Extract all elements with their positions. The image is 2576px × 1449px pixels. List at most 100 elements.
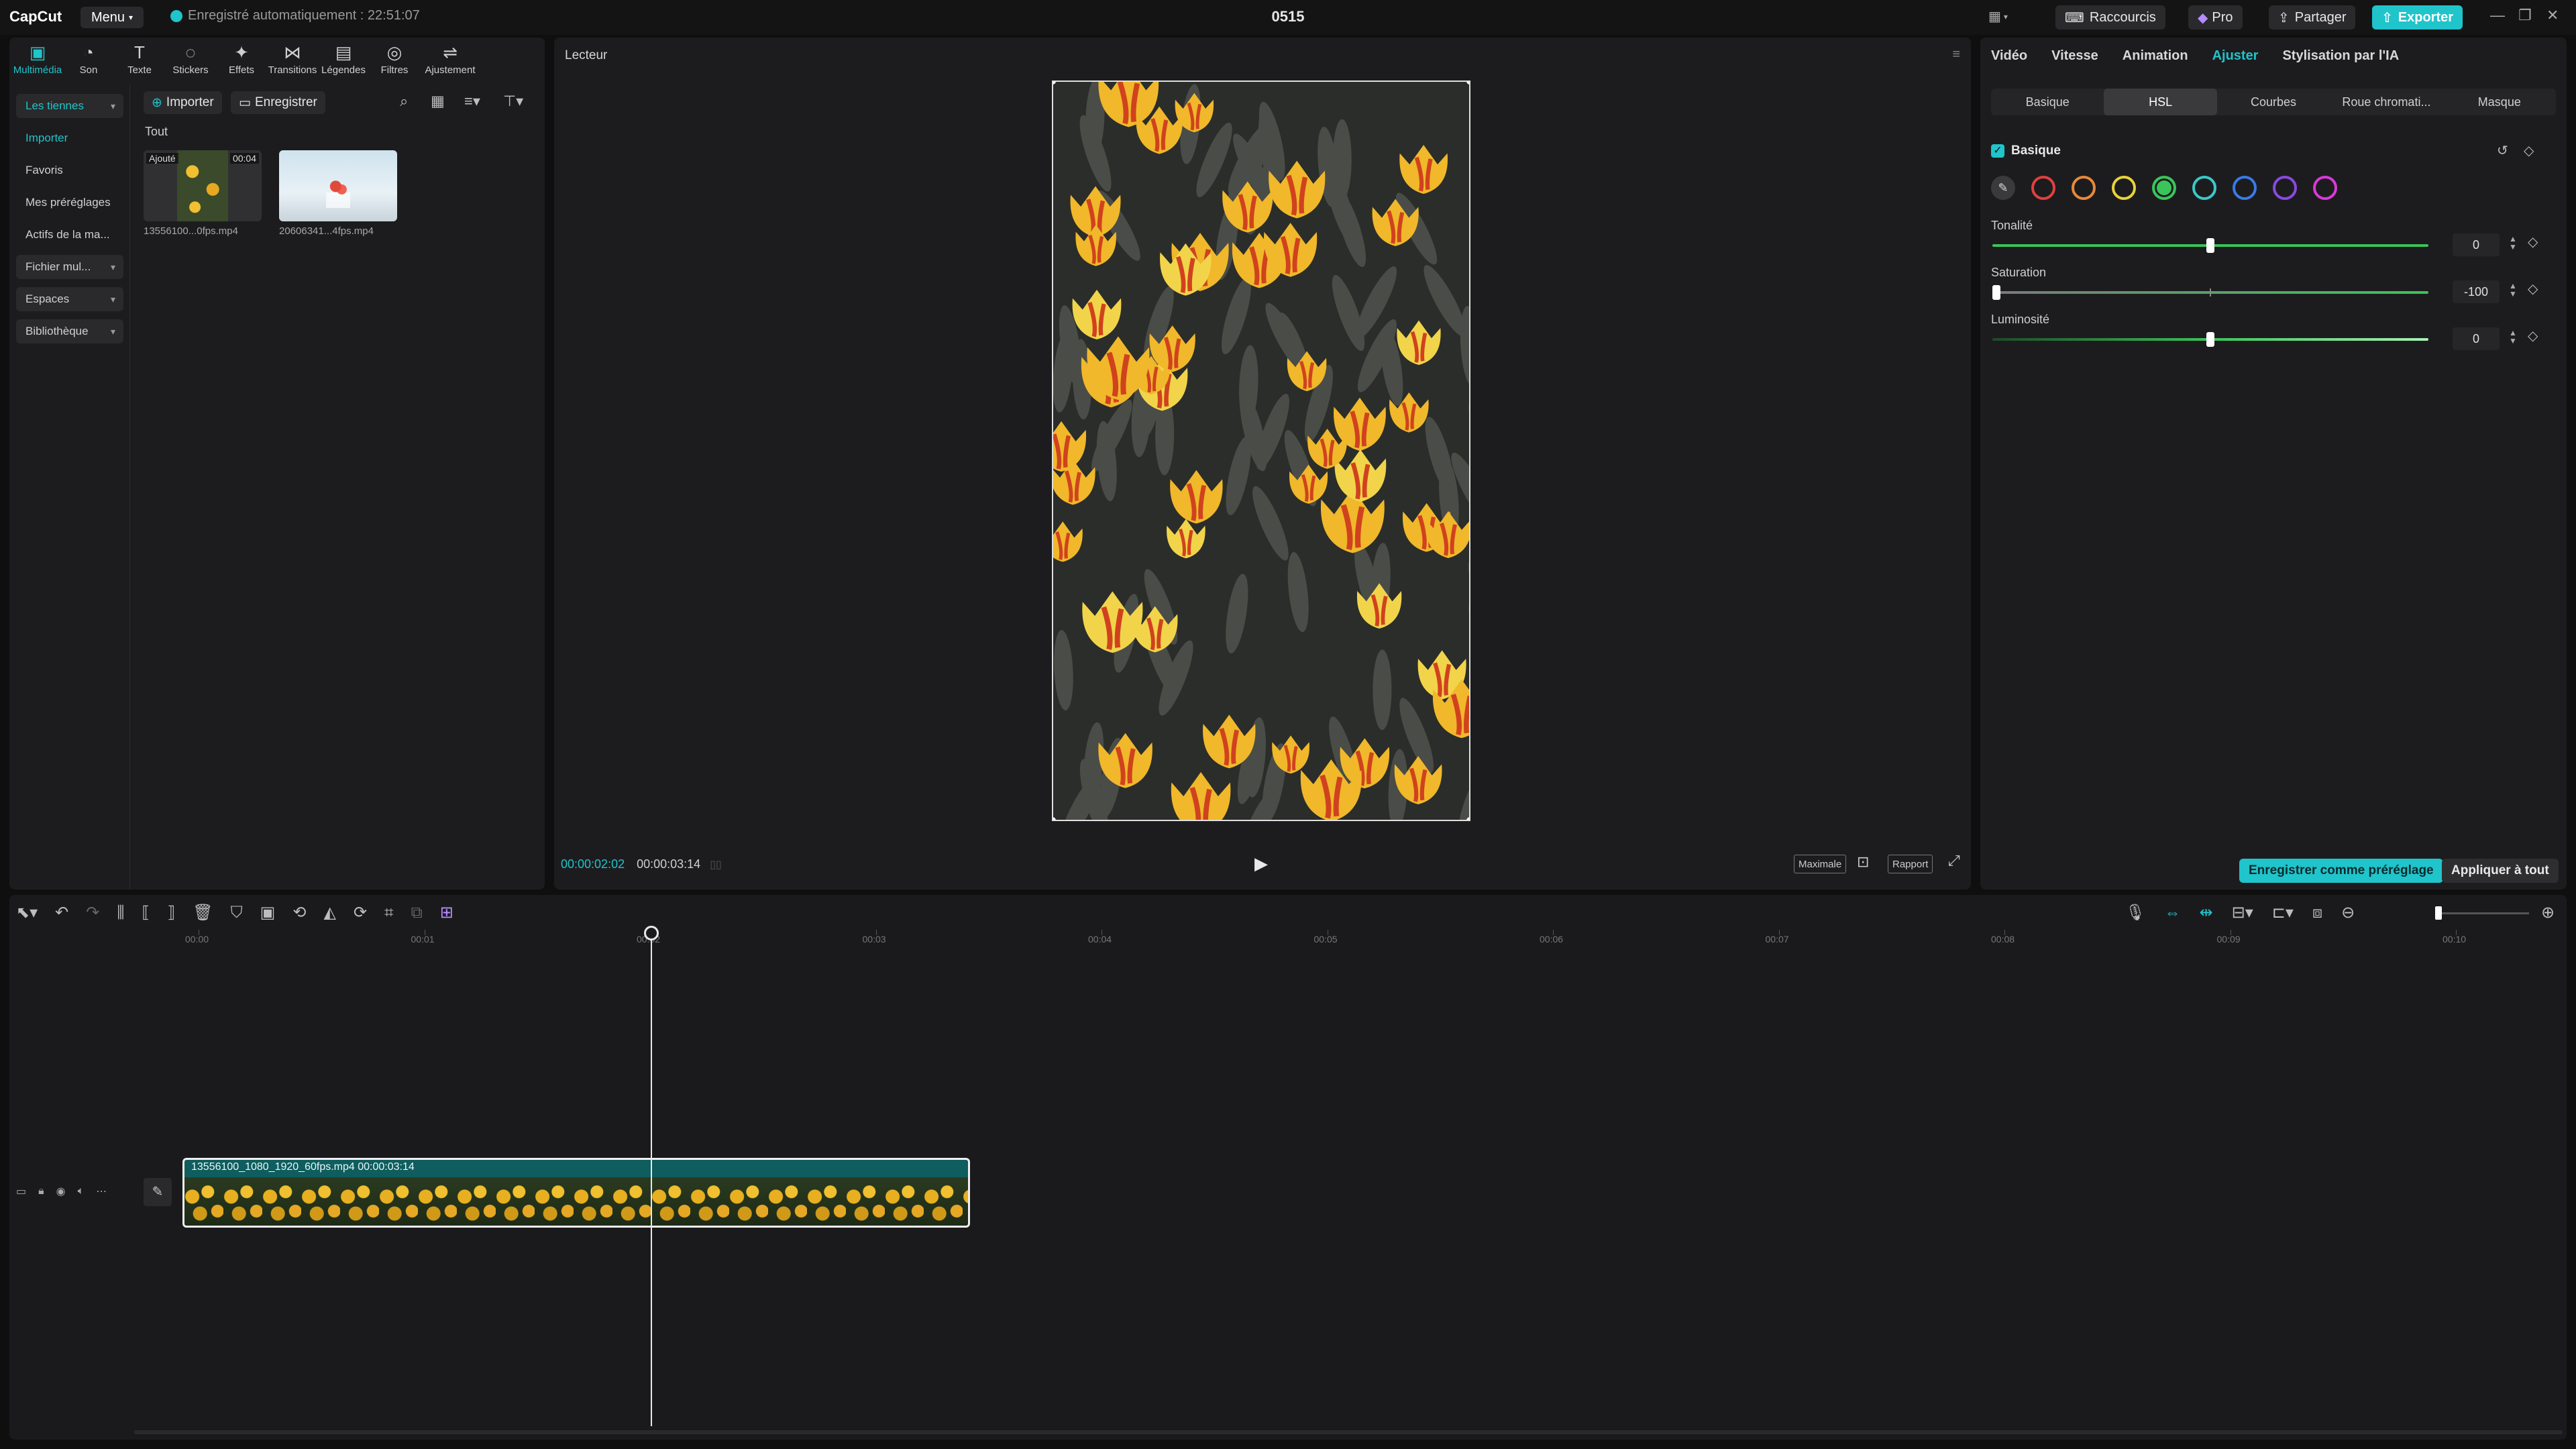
split-left-icon[interactable]: ⟦ — [142, 903, 150, 922]
rotate-icon[interactable]: ⟳ — [354, 903, 367, 922]
keyframe-icon[interactable]: ◇ — [2524, 142, 2534, 159]
hue-value[interactable]: 0 — [2453, 233, 2500, 256]
marker-icon[interactable]: ⛉ — [231, 904, 243, 922]
timeline-scrollbar[interactable] — [134, 1430, 2563, 1434]
share-button[interactable]: ⇪ Partager — [2269, 5, 2356, 30]
lightness-value[interactable]: 0 — [2453, 327, 2500, 350]
saturation-slider[interactable] — [1992, 285, 2428, 300]
lightness-slider[interactable] — [1992, 332, 2428, 347]
swatch-magenta[interactable] — [2313, 176, 2337, 200]
swatch-orange[interactable] — [2072, 176, 2096, 200]
zoom-slider[interactable] — [2435, 906, 2529, 920]
keyframe-icon[interactable]: ◇ — [2528, 233, 2538, 250]
lightness-slider-knob[interactable] — [2206, 332, 2214, 347]
split-icon[interactable]: ⫼ — [117, 904, 124, 922]
cover-icon[interactable]: ▭ — [16, 1185, 26, 1198]
section-checkbox[interactable]: ✓ — [1991, 144, 2004, 158]
video-preview[interactable] — [1052, 80, 1470, 821]
edit-cover-icon[interactable]: ✎ — [144, 1178, 172, 1206]
tab-ai-stylize[interactable]: Stylisation par l'IA — [2282, 48, 2399, 64]
select-tool-icon[interactable]: ⬉▾ — [16, 903, 38, 922]
play-icon[interactable]: ▶ — [1254, 853, 1268, 874]
subtab-basic[interactable]: Basique — [1991, 89, 2104, 115]
playhead[interactable] — [651, 936, 652, 1426]
captions-toggle-icon[interactable]: ⧈ — [2312, 904, 2322, 922]
subtab-curves[interactable]: Courbes — [2217, 89, 2330, 115]
export-button[interactable]: ⇧ Exporter — [2372, 5, 2463, 30]
reverse-icon[interactable]: ⟲ — [292, 903, 306, 922]
sidebar-item-presets[interactable]: Mes préréglages — [16, 191, 123, 215]
swatch-purple[interactable] — [2273, 176, 2297, 200]
sidebar-item-spaces[interactable]: Espaces ▾ — [16, 287, 123, 311]
redo-icon[interactable]: ↷ — [86, 903, 99, 922]
media-item[interactable]: Ajouté 00:04 13556100...0fps.mp4 — [144, 150, 262, 237]
swatch-red[interactable] — [2031, 176, 2055, 200]
sidebar-item-brand-assets[interactable]: Actifs de la ma... — [16, 223, 123, 247]
shortcuts-button[interactable]: ⌨ Raccourcis — [2055, 5, 2165, 30]
magnet-icon[interactable]: ⇹ — [2199, 903, 2212, 922]
snap-icon[interactable]: ⊏▾ — [2272, 903, 2294, 922]
record-button[interactable]: ▭ Enregistrer — [231, 91, 325, 114]
sidebar-item-yours[interactable]: Les tiennes ▾ — [16, 94, 123, 118]
split-right-icon[interactable]: ⟧ — [167, 903, 175, 922]
zoom-out-icon[interactable]: ⊖ — [2341, 903, 2355, 922]
subtab-mask[interactable]: Masque — [2443, 89, 2556, 115]
stepper-icon[interactable]: ▲ ▼ — [2509, 235, 2517, 251]
tool-transitions[interactable]: ⋈ Transitions — [267, 39, 318, 79]
undo-icon[interactable]: ↶ — [55, 903, 68, 922]
tab-adjust[interactable]: Ajuster — [2212, 48, 2259, 64]
sort-icon[interactable]: ≡▾ — [464, 93, 480, 110]
swatch-yellow[interactable] — [2112, 176, 2136, 200]
swatch-green[interactable] — [2152, 176, 2176, 200]
ratio-button[interactable]: Rapport — [1888, 855, 1933, 873]
menu-button[interactable]: Menu ▾ — [80, 7, 144, 28]
subtab-color-wheel[interactable]: Roue chromati... — [2330, 89, 2443, 115]
tool-filters[interactable]: ◎ Filtres — [369, 39, 420, 79]
eye-icon[interactable]: ◉ — [56, 1185, 66, 1198]
stepper-icon[interactable]: ▲ ▼ — [2509, 329, 2517, 345]
fullscreen-icon[interactable]: ⤢ — [1948, 852, 1960, 869]
layout-button[interactable]: ▦ ▾ — [1988, 8, 2008, 25]
quality-button[interactable]: Maximale — [1794, 855, 1847, 873]
apply-all-button[interactable]: Appliquer à tout — [2442, 859, 2559, 883]
speaker-icon[interactable]: 🔈︎ — [78, 1185, 85, 1197]
playhead-handle[interactable] — [644, 926, 659, 941]
tool-effects[interactable]: ✦ Effets — [216, 39, 267, 79]
tool-captions[interactable]: ▤ Légendes — [318, 39, 369, 79]
microphone-icon[interactable]: 🎙 — [2125, 903, 2145, 922]
player-menu-icon[interactable]: ≡ — [1952, 47, 1960, 62]
more-icon[interactable]: ⋯ — [96, 1185, 107, 1198]
tool-text[interactable]: T Texte — [114, 39, 165, 79]
search-icon[interactable]: ⌕ — [400, 93, 408, 110]
save-preset-button[interactable]: Enregistrer comme préréglage — [2239, 859, 2443, 883]
crop-icon[interactable]: ⌗ — [384, 904, 394, 922]
maximize-icon[interactable]: ❐ — [2518, 7, 2532, 24]
tool-audio[interactable]: ◔ Son — [63, 39, 114, 79]
delete-icon[interactable]: 🗑 — [193, 903, 213, 922]
sidebar-item-library[interactable]: Bibliothèque ▾ — [16, 319, 123, 343]
reset-icon[interactable]: ↺ — [2497, 142, 2508, 159]
tool-multimedia[interactable]: ▣ Multimédia — [12, 39, 63, 79]
zoom-slider-knob[interactable] — [2435, 906, 2442, 920]
keyframe-icon[interactable]: ◇ — [2528, 327, 2538, 344]
resize-handle[interactable] — [1466, 817, 1469, 820]
filter-icon[interactable]: ⊤▾ — [503, 93, 523, 110]
close-icon[interactable]: ✕ — [2546, 7, 2559, 24]
tab-speed[interactable]: Vitesse — [2051, 48, 2098, 64]
tab-animation[interactable]: Animation — [2123, 48, 2188, 64]
eyedropper-icon[interactable]: ✎ — [1991, 176, 2015, 200]
import-button[interactable]: ⊕ Importer — [144, 91, 222, 114]
lock-icon[interactable]: 🔒︎ — [38, 1185, 44, 1197]
sidebar-item-import[interactable]: Importer — [16, 126, 123, 150]
link-icon[interactable]: ⇔ — [2164, 904, 2180, 922]
zoom-in-icon[interactable]: ⊕ — [2541, 903, 2555, 922]
ai-tool-icon[interactable]: ⊞ — [440, 903, 453, 922]
saturation-slider-knob[interactable] — [1992, 285, 2000, 300]
pro-button[interactable]: ◆ Pro — [2188, 5, 2243, 30]
tab-video[interactable]: Vidéo — [1991, 48, 2027, 64]
preview-axis-icon[interactable]: ⊟▾ — [2232, 903, 2253, 922]
media-item[interactable]: 20606341...4fps.mp4 — [279, 150, 397, 237]
freeze-icon[interactable]: ▣ — [260, 903, 276, 922]
stepper-icon[interactable]: ▲ ▼ — [2509, 282, 2517, 298]
sidebar-item-favorites[interactable]: Favoris — [16, 158, 123, 182]
